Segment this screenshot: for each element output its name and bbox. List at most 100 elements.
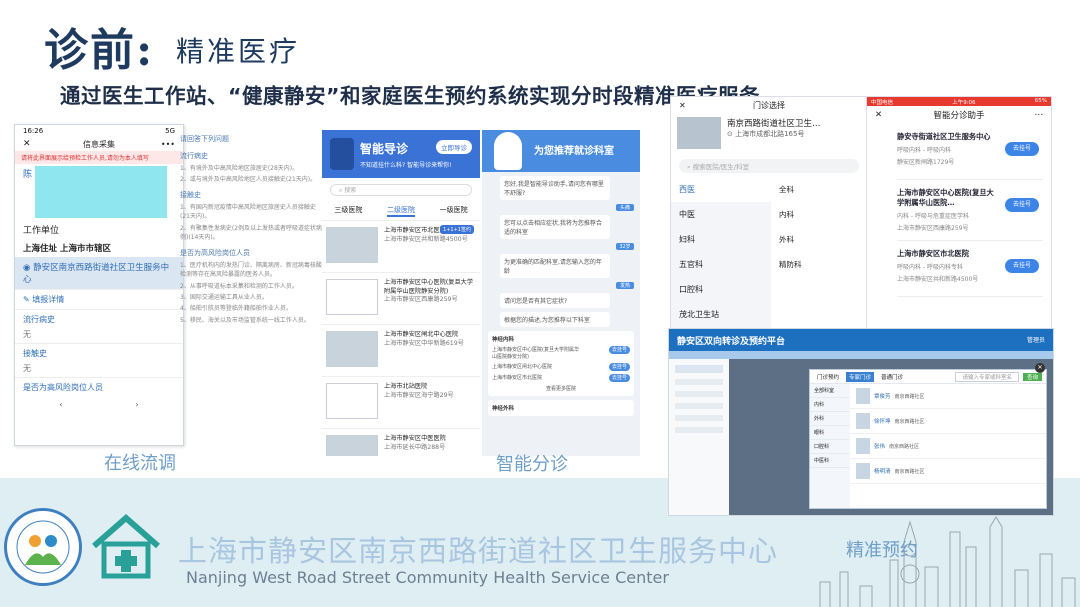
dept-item[interactable]: 精防科 [771, 252, 810, 277]
dialog-dept[interactable]: 内科 [810, 398, 850, 412]
dept-lists: 西医中医妇科五官科口腔科茂北卫生站延中卫生站 全科内科外科精防科 [671, 177, 867, 331]
dialog-dept[interactable]: 外科 [810, 412, 850, 426]
doctor-row[interactable]: 张伟 南京西路社区 [850, 434, 1046, 459]
book-button[interactable]: 去挂号 [1005, 198, 1039, 212]
dept-center-addr: ⊙ 上海市成都北路165号 [727, 130, 805, 138]
platform-user[interactable]: 管理员 [1027, 335, 1045, 344]
chat-bubble: 根据您的描述,为您推荐以下科室 [500, 312, 610, 327]
tab-hospital-level[interactable]: 二级医院 [386, 205, 415, 217]
hospital-image [326, 279, 378, 315]
dialog-tab[interactable]: 专家门诊 [846, 371, 875, 382]
chat-banner-title: 为您推荐就诊科室 [534, 146, 614, 157]
doctor-org: 南京西路社区 [894, 418, 925, 425]
chat-reply[interactable]: 32岁 [616, 243, 634, 250]
book-button[interactable]: 去挂号 [608, 346, 630, 354]
questionnaire-line: 1、有境外及中高风险地区旅居史(28天内)。 [180, 164, 299, 172]
doctor-row[interactable]: 徐怀坤 南京西路社区 [850, 409, 1046, 434]
nav-arrows: ‹ › [15, 397, 183, 412]
dept-item[interactable]: 内科 [771, 202, 810, 227]
doctor-name: 覃俊芳 [874, 394, 891, 400]
start-guide-button[interactable]: 立即导诊 [436, 140, 472, 154]
seal-icon [16, 520, 70, 574]
close-icon[interactable]: ✕ [23, 139, 31, 149]
tab-hospital-level[interactable]: 一级医院 [440, 205, 468, 217]
dept-center: 南京西路街道社区卫生… ⊙ 上海市成都北路165号 [671, 113, 867, 155]
hospital-list: 1+1+1签约 上海市静安区市北医院 上海市静安区共和新路4500号 上海市静安区中心… [322, 221, 480, 456]
questionnaire-line: 3、国际交通运输工具从业人员。 [180, 294, 268, 302]
guide-title: 智能导诊 [360, 142, 409, 156]
dialog-query-button[interactable]: 查询 [1022, 372, 1042, 381]
book-button[interactable]: 去挂号 [1005, 259, 1039, 274]
dept-item[interactable]: 全科 [771, 177, 810, 202]
hospital-addr: 上海市静安区中华新路619号 [384, 339, 464, 347]
platform-sidebar [669, 359, 729, 515]
health-center-logo-icon [92, 514, 160, 579]
doctor-row[interactable]: 杨明清 南京西路社区 [850, 459, 1046, 484]
doctor-name: 徐怀坤 [874, 419, 891, 425]
fill-detail-link[interactable]: ✎ 填报详情 [15, 289, 183, 309]
book-button[interactable]: 去挂号 [608, 374, 630, 382]
dept-category[interactable]: 五官科 [671, 252, 771, 277]
questionnaire-title: 请回答下列问题 [180, 135, 229, 143]
hospital-item[interactable]: 上海市静安区中医医院 上海市延长中路288号 [322, 429, 480, 456]
dept-search-input[interactable]: ⌕ 搜索医院/医生/科室 [679, 159, 859, 173]
dialog-dept[interactable]: 中医科 [810, 454, 850, 468]
dialog-dept[interactable]: 全部科室 [810, 384, 850, 398]
chat-reply[interactable]: 头痛 [616, 204, 634, 211]
search-input[interactable]: ⌕ 搜索 [330, 184, 472, 196]
dialog-depts: 全部科室 内科 外科 眼科 口腔科 中医科 [810, 384, 850, 508]
book-button[interactable]: 去挂号 [608, 363, 630, 371]
booking-platform-panel: 静安区双向转诊及预约平台 管理员 门诊预约 专家门诊 普通门诊 请输入专家或科室名 查询… [668, 328, 1054, 516]
more-icon[interactable]: ••• [161, 140, 175, 149]
forward-icon[interactable]: › [135, 400, 138, 409]
dept-category[interactable]: 妇科 [671, 227, 771, 252]
dept-category[interactable]: 口腔科 [671, 277, 771, 302]
dialog-dept[interactable]: 眼科 [810, 426, 850, 440]
hospital-tabs: 三级医院 二级医院 一级医院 [322, 202, 480, 221]
dept-category[interactable]: 西医 [671, 177, 771, 202]
dept-center-name: 南京西路街道社区卫生… [727, 119, 821, 129]
close-dialog-icon[interactable]: ✕ [1035, 363, 1045, 373]
hospital-item[interactable]: 上海市静安区闸北中心医院 上海市静安区中华新路619号 [322, 325, 480, 377]
book-button[interactable]: 去挂号 [1005, 142, 1039, 156]
doctor-row[interactable]: 覃俊芳 南京西路社区 [850, 384, 1046, 409]
chat-bubble: 为更准确的匹配科室,请您输入您的年龄 [500, 254, 610, 278]
questionnaire-line: 接触史 [180, 191, 201, 200]
questionnaire-line: 1、医疗机构内的发热门诊、隔离病房、新冠病毒核酸检测等存在高风险暴露的医务人员。 [180, 262, 322, 279]
hospital-item[interactable]: 上海市静安区中心医院(复旦大学附属华山医院静安分院) 上海市静安区西康路259号 [322, 273, 480, 325]
dialog-dept[interactable]: 口腔科 [810, 440, 850, 454]
city-skyline-icon [819, 516, 1076, 607]
dept-header: ✕ 门诊选择 [679, 100, 785, 110]
hospital-item[interactable]: 1+1+1签约 上海市静安区市北医院 上海市静安区共和新路4500号 [322, 221, 480, 273]
hospital-addr: 上海市静安区海宁路29号 [384, 391, 454, 399]
assistant-item: 上海市静安区市北医院 呼吸内科 - 呼吸内科专科 上海市静安区共和新路4500号 去挂… [897, 241, 1043, 298]
center-name: ◉ 静安区南京西路街道社区卫生服务中心 [15, 257, 183, 289]
dialog-search-input[interactable]: 请输入专家或科室名 [955, 371, 1019, 382]
caption-online: 在线流调 [104, 453, 176, 474]
dialog-tab[interactable]: 门诊预约 [814, 372, 842, 382]
guide-sub: 不知道挂什么科? 智能导诊来帮你! [360, 162, 452, 169]
card-item: 上海市静安区市北医院 去挂号 [492, 374, 630, 382]
back-icon[interactable]: ‹ [59, 400, 62, 409]
chat-bubble: 您可以点击相应症状,我将为您推荐合适的科室 [500, 215, 610, 239]
assistant-item: 上海市静安区中心医院(复旦大学附属华山医院… 内科 - 呼吸与危重症医学科 上海市静… [897, 180, 1043, 242]
more-link[interactable]: 查看更多医院 [492, 385, 630, 392]
chat-reply[interactable]: 发热 [616, 282, 634, 289]
dept-category[interactable]: 中医 [671, 202, 771, 227]
platform-titlebar: 静安区双向转诊及预约平台 管理员 [669, 329, 1053, 351]
status-bar: 16:26 5G [15, 125, 183, 137]
dept-item[interactable]: 外科 [771, 227, 810, 252]
name-row: 陈 [15, 164, 183, 220]
close-icon[interactable]: ✕ [875, 110, 882, 120]
close-icon[interactable]: ✕ [679, 101, 686, 110]
doctor-org: 南京西路社区 [894, 468, 925, 475]
dept-right-list: 全科 内科 外科 精防科 [771, 177, 810, 331]
phone-header: ✕ 信息采集 ••• [15, 137, 183, 151]
questionnaire-lines: 流行病史 1、有境外及中高风险地区旅居史(28天内)。 2、或与境外及中高风险地区人… [180, 151, 322, 325]
dialog-tab[interactable]: 普通门诊 [878, 372, 906, 382]
triage-chat-panel: 为您推荐就诊科室 您好,我是智能导诊助手,请问您有哪里不舒服? 头痛 您可以点击相应… [482, 130, 640, 456]
more-icon[interactable]: ⋯ [1035, 110, 1044, 120]
dept-category[interactable]: 茂北卫生站 [671, 302, 771, 327]
hospital-item[interactable]: 上海市北站医院 上海市静安区海宁路29号 [322, 377, 480, 429]
tab-hospital-level[interactable]: 三级医院 [334, 205, 362, 217]
